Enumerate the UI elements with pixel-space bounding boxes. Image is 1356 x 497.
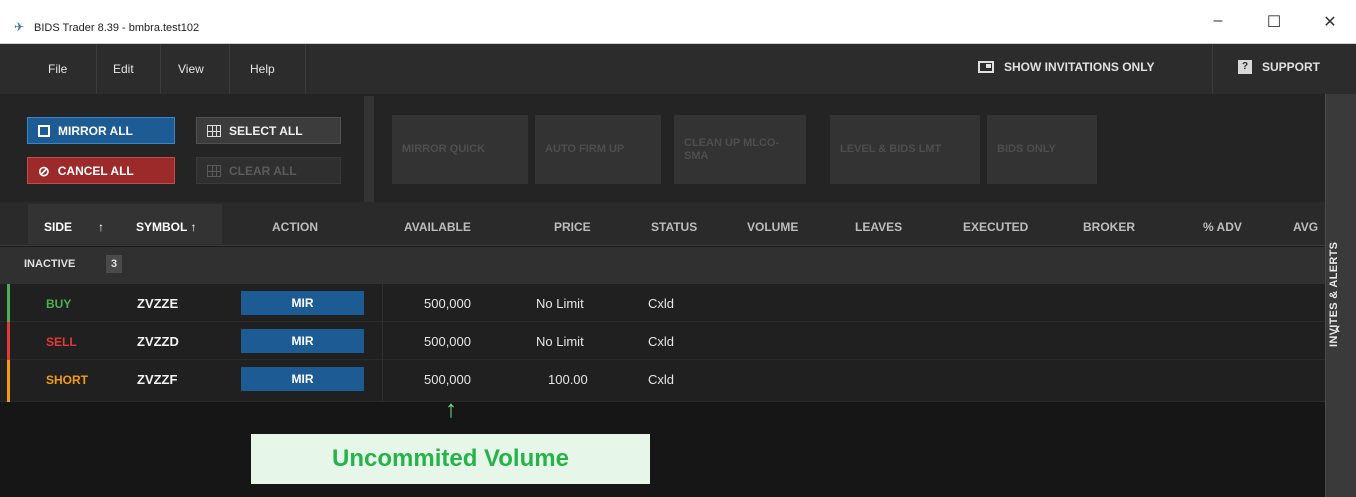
support-label: SUPPORT <box>1262 60 1321 74</box>
close-button[interactable]: ✕ <box>1315 12 1345 32</box>
cancel-all-button[interactable]: ⊘ CANCEL ALL <box>27 157 175 184</box>
sort-arrow-icon: ↑ <box>98 220 104 234</box>
table-row[interactable]: SELL ZVZZD MIR 500,000 No Limit Cxld <box>0 322 1325 360</box>
cell-status: Cxld <box>648 372 675 387</box>
column-avg[interactable]: AVG <box>1293 220 1318 234</box>
checkbox-icon <box>38 124 50 137</box>
group-label: INACTIVE <box>24 258 76 270</box>
column-broker[interactable]: BROKER <box>1083 220 1135 234</box>
maximize-button[interactable]: ☐ <box>1259 12 1289 32</box>
action-toolbar <box>0 94 1325 202</box>
cell-price: No Limit <box>536 296 584 311</box>
cell-symbol: ZVZZF <box>137 372 178 387</box>
column-leaves[interactable]: LEAVES <box>855 220 902 234</box>
mirror-all-label: MIRROR ALL <box>58 123 133 138</box>
group-count-badge: 3 <box>106 255 122 273</box>
column-price[interactable]: PRICE <box>554 220 591 234</box>
cell-available: 500,000 <box>424 334 471 349</box>
mirror-button[interactable]: MIR <box>241 329 364 353</box>
clean-up-mlco-sma-button[interactable]: CLEAN UP MLCO-SMA <box>674 115 806 184</box>
invites-alerts-panel-toggle[interactable]: INVITES & ALERTS ‹ <box>1325 94 1356 497</box>
select-all-button[interactable]: SELECT ALL <box>196 117 341 144</box>
app-logo-icon: ✈ <box>14 20 25 34</box>
table-row[interactable]: SHORT ZVZZF MIR 500,000 100.00 Cxld <box>0 360 1325 402</box>
level-bids-lmt-button[interactable]: LEVEL & BIDS LMT <box>830 115 980 184</box>
cell-status: Cxld <box>648 334 675 349</box>
column-available[interactable]: AVAILABLE <box>404 220 471 234</box>
group-row-inactive[interactable]: INACTIVE 3 <box>0 247 1325 284</box>
side-indicator-bar <box>7 360 10 402</box>
cell-side: SELL <box>46 335 77 349</box>
annotation-arrow-icon: ↑ <box>445 396 457 423</box>
cell-available: 500,000 <box>424 296 471 311</box>
grid-clear-icon <box>207 164 221 177</box>
menu-view[interactable]: View <box>178 62 204 76</box>
window-title: BIDS Trader 8.39 - bmbra.test102 <box>34 22 200 34</box>
cell-available: 500,000 <box>424 372 471 387</box>
menu-bar: File Edit View Help SHOW INVITATIONS ONL… <box>0 44 1356 94</box>
column-pct-adv[interactable]: % ADV <box>1203 220 1242 234</box>
grid-icon <box>207 124 221 137</box>
show-invitations-label: SHOW INVITATIONS ONLY <box>1004 60 1155 74</box>
ban-icon: ⊘ <box>38 162 50 179</box>
annotation-callout: Uncommited Volume <box>251 434 650 484</box>
menu-file[interactable]: File <box>48 62 67 76</box>
cell-side: BUY <box>46 297 72 311</box>
menu-edit[interactable]: Edit <box>113 62 134 76</box>
column-volume[interactable]: VOLUME <box>747 220 798 234</box>
invites-alerts-label: INVITES & ALERTS <box>1328 241 1340 347</box>
auto-firm-up-button[interactable]: AUTO FIRM UP <box>535 115 661 184</box>
cell-price: 100.00 <box>548 372 588 387</box>
clear-all-label: CLEAR ALL <box>229 163 297 178</box>
cell-status: Cxld <box>648 296 675 311</box>
cell-symbol: ZVZZE <box>137 296 179 311</box>
minimize-button[interactable]: – <box>1203 12 1233 30</box>
window-toggle-icon <box>978 61 994 73</box>
mirror-quick-button[interactable]: MIRROR QUICK <box>392 115 528 184</box>
column-symbol[interactable]: SYMBOL ↑ <box>136 220 196 234</box>
support-button[interactable]: ? SUPPORT <box>1238 60 1320 74</box>
cell-side: SHORT <box>46 373 88 387</box>
table-row[interactable]: BUY ZVZZE MIR 500,000 No Limit Cxld <box>0 284 1325 322</box>
cell-price: No Limit <box>536 334 584 349</box>
column-divider <box>382 284 383 402</box>
mirror-button[interactable]: MIR <box>241 291 364 315</box>
table-header: SIDE ↑ SYMBOL ↑ ACTION AVAILABLE PRICE S… <box>0 202 1325 246</box>
chevron-left-icon[interactable]: ‹ <box>1335 320 1340 338</box>
select-all-label: SELECT ALL <box>229 123 303 138</box>
cell-symbol: ZVZZD <box>137 334 179 349</box>
cancel-all-label: CANCEL ALL <box>57 163 134 178</box>
empty-table-area <box>0 402 1325 497</box>
column-executed[interactable]: EXECUTED <box>963 220 1028 234</box>
toolbar-divider <box>364 96 374 202</box>
bids-only-button[interactable]: BIDS ONLY <box>987 115 1097 184</box>
menu-help[interactable]: Help <box>250 62 275 76</box>
column-side[interactable]: SIDE <box>44 220 72 234</box>
show-invitations-toggle[interactable]: SHOW INVITATIONS ONLY <box>978 60 1154 74</box>
column-action[interactable]: ACTION <box>272 220 318 234</box>
side-indicator-bar <box>7 284 10 322</box>
column-status[interactable]: STATUS <box>651 220 697 234</box>
help-icon: ? <box>1238 60 1252 74</box>
mirror-all-button[interactable]: MIRROR ALL <box>27 117 175 144</box>
side-indicator-bar <box>7 322 10 360</box>
clear-all-button[interactable]: CLEAR ALL <box>196 157 341 184</box>
window-titlebar: ✈ BIDS Trader 8.39 - bmbra.test102 – ☐ ✕ <box>0 0 1356 44</box>
mirror-button[interactable]: MIR <box>241 367 364 391</box>
